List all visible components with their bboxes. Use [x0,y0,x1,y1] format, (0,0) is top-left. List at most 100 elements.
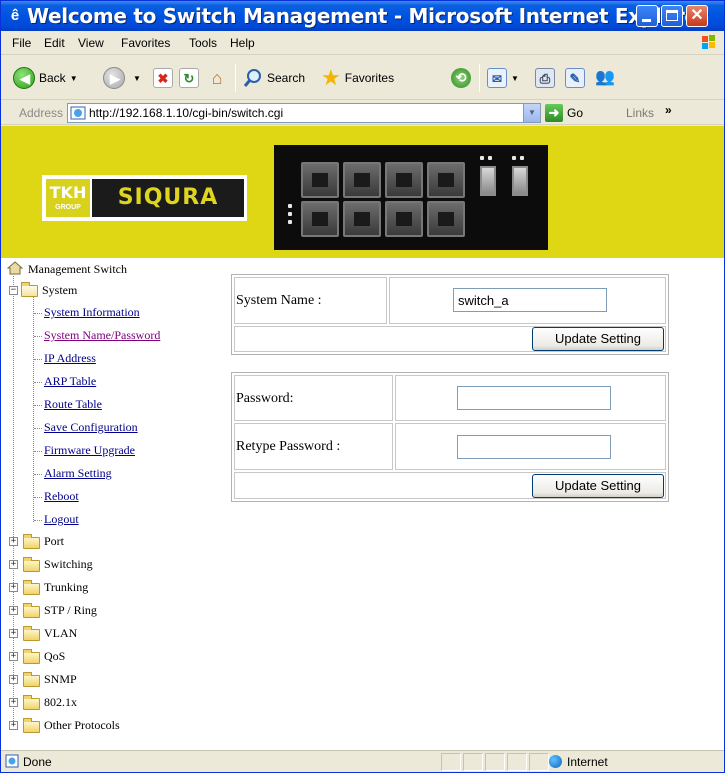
folder-icon [23,718,40,733]
menu-file[interactable]: File [12,36,31,50]
tree-item-system-name-password[interactable]: System Name/Password [44,328,160,346]
maximize-button[interactable] [661,5,683,27]
close-icon: ✕ [690,7,704,24]
tree-line [34,520,42,521]
back-arrow-icon: ◀ [13,67,35,89]
window-title: Welcome to Switch Management - Microsoft… [27,4,708,28]
tree-line [34,382,42,383]
tree-line [34,474,42,475]
print-icon: ⎙ [535,68,555,88]
messenger-button[interactable]: 👥 [595,64,615,92]
tree-line [34,497,42,498]
system-name-label: System Name : [236,293,322,308]
home-button[interactable]: ⌂ [207,64,227,92]
expand-icon[interactable]: + [9,675,18,684]
links-chevron-icon[interactable]: » [665,103,672,117]
system-name-input-cell [389,277,666,324]
go-arrow-icon: ➜ [545,104,563,122]
tree-folder-label: Trunking [44,580,89,594]
close-button[interactable]: ✕ [686,5,708,27]
menu-edit[interactable]: Edit [44,36,65,50]
tree-item-save-configuration[interactable]: Save Configuration [44,420,138,438]
home-icon [7,261,23,275]
tree-item-route-table[interactable]: Route Table [44,397,102,415]
expand-icon[interactable]: + [9,606,18,615]
update-password-button[interactable]: Update Setting [532,474,664,498]
page-icon [70,106,86,120]
refresh-icon: ↻ [179,68,199,88]
tree-line [34,359,42,360]
tree-item-alarm-setting[interactable]: Alarm Setting [44,466,112,484]
menu-tools[interactable]: Tools [189,36,217,50]
tree-line [34,405,42,406]
links-label[interactable]: Links [626,106,654,120]
tree-folder-label: SNMP [44,672,77,686]
mail-button[interactable]: ✉ ▼ [487,64,519,92]
stop-button[interactable]: ✖ [153,64,173,92]
status-pane [485,753,505,771]
status-led [480,156,484,160]
address-dropdown-icon[interactable]: ▼ [523,104,540,122]
edit-icon: ✎ [565,68,585,88]
forward-dropdown-icon[interactable]: ▼ [133,74,141,83]
ethernet-port [385,201,423,237]
menu-help[interactable]: Help [230,36,255,50]
back-dropdown-icon[interactable]: ▼ [70,74,78,83]
address-url: http://192.168.1.10/cgi-bin/switch.cgi [89,106,284,120]
minimize-button[interactable] [636,5,658,27]
history-button[interactable]: ⟲ [451,64,471,92]
system-name-input[interactable] [453,288,607,312]
tree-item-firmware-upgrade[interactable]: Firmware Upgrade [44,443,135,461]
update-system-name-button[interactable]: Update Setting [532,327,664,351]
favorites-star-icon: ★ [321,65,341,90]
system-name-form: System Name : Update Setting [231,274,669,355]
header-banner: TKH GROUP SIQURA [1,126,724,258]
status-led [288,220,292,224]
expand-icon[interactable]: + [9,652,18,661]
retype-password-input[interactable] [457,435,611,459]
password-label: Password: [236,391,294,406]
toolbar-separator [479,64,480,92]
history-icon: ⟲ [451,68,471,88]
mail-dropdown-icon[interactable]: ▼ [511,74,519,83]
expand-icon[interactable]: + [9,560,18,569]
address-input[interactable]: http://192.168.1.10/cgi-bin/switch.cgi ▼ [67,103,541,123]
expand-icon[interactable]: + [9,629,18,638]
collapse-icon[interactable]: − [9,286,18,295]
internet-zone-icon [549,755,562,768]
search-button[interactable]: Search [243,64,305,92]
open-folder-icon [21,282,38,297]
address-bar: Address http://192.168.1.10/cgi-bin/swit… [1,101,724,125]
expand-icon[interactable]: + [9,537,18,546]
status-led [288,204,292,208]
print-button[interactable]: ⎙ [535,64,555,92]
back-button[interactable]: ◀ Back ▼ [13,64,78,92]
ethernet-port [301,162,339,198]
menu-favorites[interactable]: Favorites [121,36,170,50]
menu-view[interactable]: View [78,36,104,50]
home-icon: ⌂ [211,68,223,88]
favorites-button[interactable]: ★ Favorites [321,64,394,92]
password-input-cell [395,375,666,421]
tree-item-ip-address[interactable]: IP Address [44,351,96,369]
expand-icon[interactable]: + [9,721,18,730]
back-label: Back [39,71,66,85]
fiber-port [512,166,528,196]
navigation-tree: Management Switch − System System Inform… [1,258,221,750]
retype-password-label: Retype Password : [236,439,341,454]
password-input[interactable] [457,386,611,410]
refresh-button[interactable]: ↻ [179,64,199,92]
forward-button[interactable]: ▶ ▼ [103,64,141,92]
tree-item-arp-table[interactable]: ARP Table [44,374,96,392]
tree-item-reboot[interactable]: Reboot [44,489,79,507]
expand-icon[interactable]: + [9,698,18,707]
menu-bar: File Edit View Favorites Tools Help [1,31,724,55]
title-bar[interactable]: ê Welcome to Switch Management - Microso… [1,1,724,31]
edit-button[interactable]: ✎ [565,64,585,92]
go-button[interactable]: ➜ Go [545,104,583,122]
tree-item-system-information[interactable]: System Information [44,305,140,323]
tree-item-logout[interactable]: Logout [44,512,79,530]
tkh-logo-subtext: GROUP [55,204,81,211]
expand-icon[interactable]: + [9,583,18,592]
forward-arrow-icon: ▶ [103,67,125,89]
